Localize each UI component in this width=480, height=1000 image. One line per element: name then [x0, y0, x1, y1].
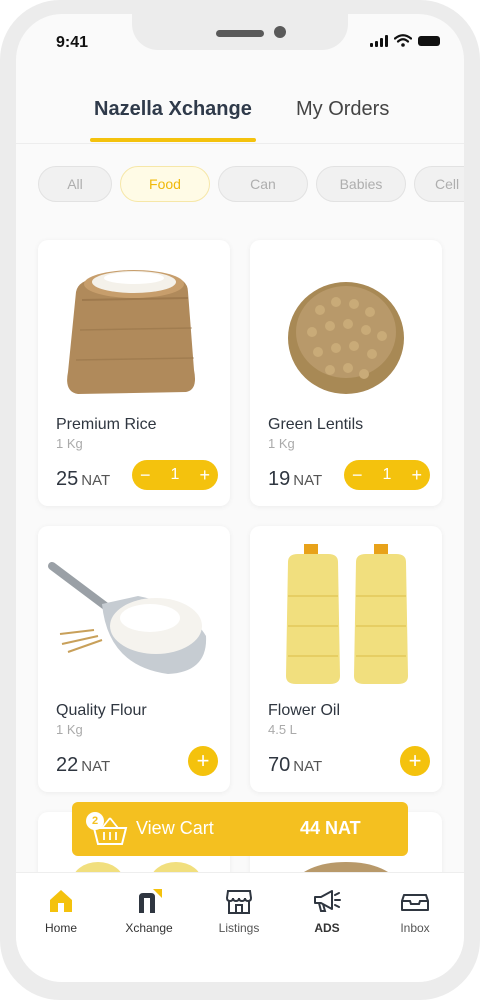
- nav-xchange[interactable]: Xchange: [114, 887, 184, 935]
- product-name: Green Lentils: [268, 416, 364, 433]
- phone-frame: 9:41 Nazella Xchange My Orders All Food …: [0, 0, 480, 1000]
- status-time: 9:41: [56, 34, 89, 51]
- status-icons: [370, 34, 440, 47]
- product-price: 70 NAT: [268, 754, 323, 776]
- chip-can[interactable]: Can: [218, 166, 308, 202]
- tab-nazella-xchange[interactable]: Nazella Xchange: [94, 98, 252, 121]
- product-price: 19 NAT: [268, 468, 323, 490]
- tab-my-orders[interactable]: My Orders: [296, 98, 389, 121]
- megaphone-icon: [314, 890, 341, 912]
- add-to-cart-button[interactable]: +: [400, 746, 430, 776]
- front-camera: [274, 26, 286, 38]
- product-card-premium-rice[interactable]: Premium Rice 1 Kg 25 NAT − 1 +: [38, 240, 230, 506]
- product-name: Premium Rice: [56, 416, 157, 433]
- category-filter: All Food Can Babies Cell: [38, 166, 464, 206]
- product-price: 25 NAT: [56, 468, 111, 490]
- nav-ads[interactable]: ADS: [292, 887, 362, 935]
- quantity-value: 1: [170, 466, 180, 483]
- rice-sack-image: [67, 270, 195, 394]
- increment-button[interactable]: +: [411, 465, 422, 486]
- product-unit: 1 Kg: [56, 722, 83, 737]
- bottom-navigation: Home Xchange Listings ADS Inbox: [16, 872, 464, 982]
- view-cart-bar[interactable]: 2 View Cart 44 NAT: [72, 802, 408, 856]
- increment-button[interactable]: +: [199, 465, 210, 486]
- top-tabs: Nazella Xchange My Orders: [16, 86, 464, 144]
- cart-total: 44 NAT: [300, 818, 361, 838]
- chip-cell[interactable]: Cell: [414, 166, 464, 202]
- cart-count-badge: 2: [86, 812, 104, 830]
- home-icon: [50, 890, 72, 912]
- product-card-flower-oil[interactable]: Flower Oil 4.5 L 70 NAT +: [250, 526, 442, 792]
- xchange-icon: [139, 889, 162, 913]
- quantity-stepper: − 1 +: [344, 460, 430, 490]
- lentils-pile-image: [288, 282, 404, 394]
- product-card-green-lentils[interactable]: Green Lentils 1 Kg 19 NAT − 1 +: [250, 240, 442, 506]
- product-unit: 4.5 L: [268, 722, 297, 737]
- add-to-cart-button[interactable]: +: [188, 746, 218, 776]
- signal-icon: [370, 34, 388, 47]
- battery-icon: [418, 35, 440, 46]
- nav-home[interactable]: Home: [26, 887, 96, 935]
- nav-label: ADS: [314, 921, 340, 935]
- nav-listings[interactable]: Listings: [204, 887, 274, 935]
- product-card-quality-flour[interactable]: Quality Flour 1 Kg 22 NAT +: [38, 526, 230, 792]
- app-screen: 9:41 Nazella Xchange My Orders All Food …: [16, 14, 464, 982]
- inbox-icon: [401, 894, 429, 911]
- nav-label: Home: [44, 921, 77, 935]
- decrement-button[interactable]: −: [140, 465, 151, 486]
- chip-babies[interactable]: Babies: [316, 166, 406, 202]
- speaker-grille: [216, 30, 264, 37]
- product-unit: 1 Kg: [268, 436, 295, 451]
- device-notch: [132, 14, 348, 50]
- nav-label: Xchange: [125, 921, 173, 935]
- nav-label: Listings: [218, 921, 260, 935]
- chip-all[interactable]: All: [38, 166, 112, 202]
- store-icon: [225, 890, 253, 914]
- nav-inbox[interactable]: Inbox: [380, 887, 450, 935]
- product-name: Flower Oil: [268, 702, 341, 719]
- nav-label: Inbox: [400, 921, 430, 935]
- product-unit: 1 Kg: [56, 436, 83, 451]
- wifi-icon: [394, 34, 412, 47]
- oil-bottles-image: [286, 544, 408, 684]
- decrement-button[interactable]: −: [352, 465, 363, 486]
- product-price: 22 NAT: [56, 754, 111, 776]
- active-tab-indicator: [90, 138, 256, 142]
- chip-food[interactable]: Food: [120, 166, 210, 202]
- product-name: Quality Flour: [56, 702, 147, 719]
- flour-scoop-image: [48, 562, 207, 674]
- quantity-value: 1: [382, 466, 392, 483]
- quantity-stepper: − 1 +: [132, 460, 218, 490]
- view-cart-label: View Cart: [136, 818, 214, 838]
